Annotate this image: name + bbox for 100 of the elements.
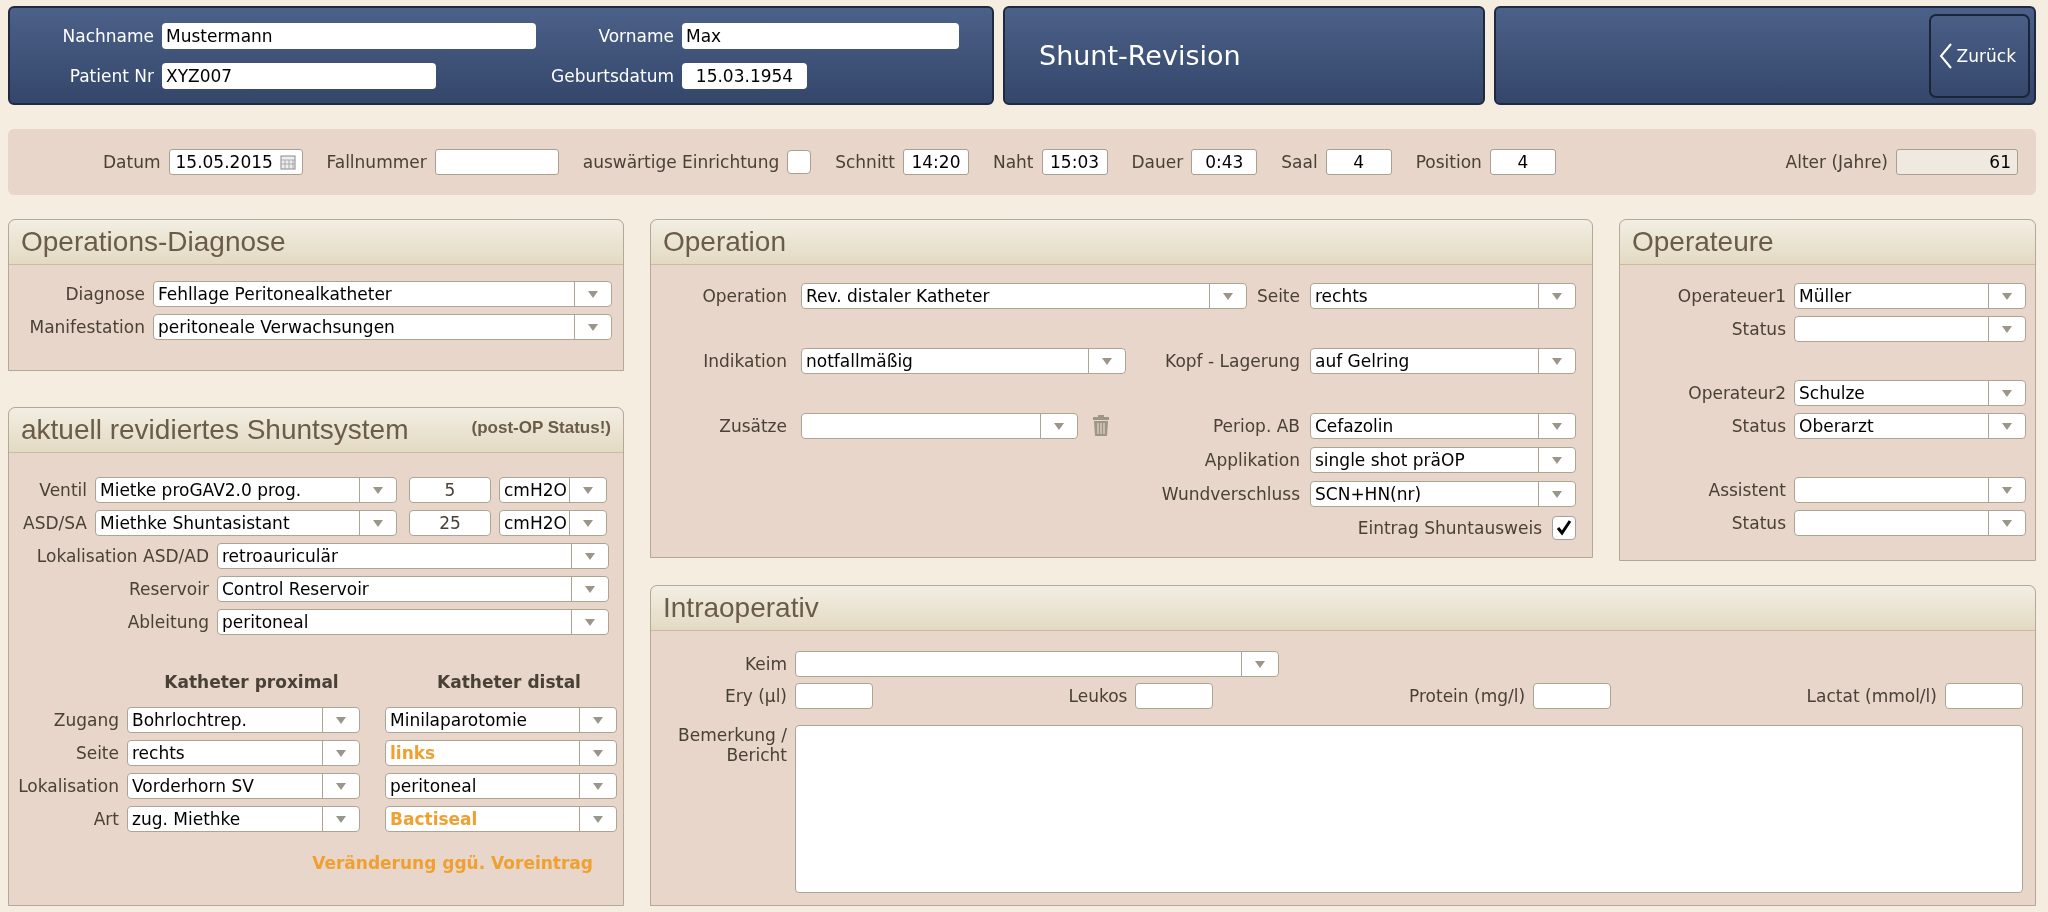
input-field[interactable]: XYZ007 (162, 62, 436, 89)
field-label: auswärtige Einrichtung (582, 152, 780, 172)
dropdown-field[interactable]: Vorderhorn SV (127, 773, 360, 799)
input-field[interactable]: 4 (1325, 149, 1392, 175)
panel-title: Operation (663, 226, 786, 258)
checkbox[interactable] (1552, 516, 1576, 540)
input-field[interactable]: 0:43 (1191, 149, 1258, 175)
field-label: Keim (743, 654, 787, 674)
field-label: Vorname (597, 25, 674, 46)
field-label: Status (1730, 513, 1786, 533)
input-field[interactable]: 4 (1489, 149, 1556, 175)
date-field[interactable]: 15.05.2015 (168, 149, 303, 175)
calendar-icon[interactable] (279, 154, 296, 170)
field-label: Alter (Jahre) (1785, 152, 1888, 172)
field-label: Periop. AB (1212, 416, 1300, 436)
field-label: Lokalisation (17, 776, 119, 796)
dropdown-field[interactable]: Minilaparotomie (385, 707, 617, 733)
dropdown-field[interactable] (795, 651, 1279, 677)
field-label: Dauer (1131, 152, 1184, 172)
field-label: Ery (µl) (724, 686, 787, 706)
back-button[interactable]: Zurück (1928, 13, 2030, 98)
field-label: ASD/SA (22, 513, 87, 533)
input-field[interactable]: Max (682, 22, 959, 49)
input-field[interactable] (1135, 683, 1214, 709)
field-label: Reservoir (128, 579, 209, 599)
dropdown-field[interactable]: rechts (127, 740, 360, 766)
input-field[interactable]: Mustermann (162, 22, 536, 49)
field-label: Operateur2 (1687, 383, 1786, 403)
field-label: Kopf - Lagerung (1165, 351, 1300, 371)
field-label: Zusätze (718, 416, 787, 436)
dropdown-field[interactable]: peritoneal (385, 773, 617, 799)
field-label: Seite (1256, 286, 1300, 306)
dropdown-field[interactable] (1794, 316, 2026, 342)
dropdown-field[interactable]: Cefazolin (1310, 413, 1576, 439)
panel-title: Operations-Diagnose (21, 226, 286, 258)
dropdown-field[interactable] (1794, 510, 2026, 536)
field-label: Lokalisation ASD/AD (35, 546, 209, 566)
field-label: Manifestation (28, 317, 145, 337)
dropdown-field[interactable]: Bohrlochtrep. (127, 707, 360, 733)
field-label: Applikation (1204, 450, 1300, 470)
input-field[interactable]: 5 (409, 477, 491, 503)
field-label: Datum (103, 152, 161, 172)
dropdown-field[interactable]: cmH2O (499, 510, 607, 536)
input-field[interactable]: 15.03.1954 (682, 62, 807, 89)
column-header: Katheter distal (436, 672, 582, 692)
dropdown-field[interactable]: retroauriculär (217, 543, 609, 569)
field-label: Fallnummer (326, 152, 427, 172)
field-label: Naht (992, 152, 1034, 172)
panel-title: aktuell revidiertes Shuntsystem (21, 414, 409, 446)
field-label: Geburtsdatum (550, 65, 674, 86)
input-field[interactable]: 25 (409, 510, 491, 536)
field-label: Position (1415, 152, 1482, 172)
input-field[interactable]: 14:20 (902, 149, 969, 175)
field-label: Status (1730, 319, 1786, 339)
dropdown-field[interactable]: zug. Miethke (127, 806, 360, 832)
dropdown-field[interactable]: rechts (1310, 283, 1576, 309)
dropdown-field[interactable]: SCN+HN(nr) (1310, 481, 1576, 507)
field-label: Diagnose (64, 284, 145, 304)
field-label: Bemerkung / Bericht (677, 725, 787, 765)
dropdown-field[interactable]: Miethke Shuntasistant (95, 510, 397, 536)
dropdown-field[interactable]: peritoneal (217, 609, 609, 635)
input-field[interactable] (434, 149, 559, 175)
field-label: Indikation (702, 351, 787, 371)
dropdown-field[interactable]: Oberarzt (1794, 413, 2026, 439)
dropdown-field[interactable]: Müller (1794, 283, 2026, 309)
input-field[interactable] (1533, 683, 1612, 709)
dropdown-field[interactable] (1794, 477, 2026, 503)
input-field[interactable] (795, 683, 873, 709)
input-field[interactable]: 15:03 (1041, 149, 1108, 175)
trash-icon[interactable] (1092, 415, 1110, 437)
dropdown-field[interactable]: Schulze (1794, 380, 2026, 406)
dropdown-field[interactable]: auf Gelring (1310, 348, 1576, 374)
field-label: Eintrag Shuntausweis (1357, 518, 1542, 538)
field-label: Ableitung (126, 612, 209, 632)
field-label: Nachname (61, 25, 154, 46)
dropdown-field[interactable]: Fehllage Peritonealkatheter (153, 281, 612, 307)
dropdown-field[interactable]: cmH2O (499, 477, 607, 503)
chevron-left-icon (1938, 41, 1953, 70)
field-label: Art (92, 809, 119, 829)
dropdown-field[interactable]: Control Reservoir (217, 576, 609, 602)
panel-title: Operateure (1632, 226, 1774, 258)
field-label: Wundverschluss (1161, 484, 1300, 504)
input-field[interactable] (1944, 683, 2023, 709)
field-label: Protein (mg/l) (1409, 686, 1526, 706)
panel-title: Intraoperativ (663, 592, 819, 624)
field-label: Ventil (38, 480, 87, 500)
dropdown-field[interactable] (801, 413, 1078, 439)
dropdown-field[interactable]: peritoneale Verwachsungen (153, 314, 612, 340)
dropdown-field[interactable]: Rev. distaler Katheter (801, 283, 1247, 309)
column-header: Katheter proximal (163, 672, 340, 692)
dropdown-field[interactable]: notfallmäßig (801, 348, 1126, 374)
checkbox[interactable] (787, 150, 812, 174)
field-label: Assistent (1707, 480, 1786, 500)
dropdown-field[interactable]: Mietke proGAV2.0 prog. (95, 477, 397, 503)
dropdown-field[interactable]: single shot präOP (1310, 447, 1576, 473)
readonly-field: 61 (1896, 149, 2018, 175)
field-label: Operateuer1 (1676, 286, 1786, 306)
field-label: Leukos (1068, 686, 1128, 706)
page-title: Shunt-Revision (1039, 40, 1241, 71)
field-label: Operation (701, 286, 787, 306)
